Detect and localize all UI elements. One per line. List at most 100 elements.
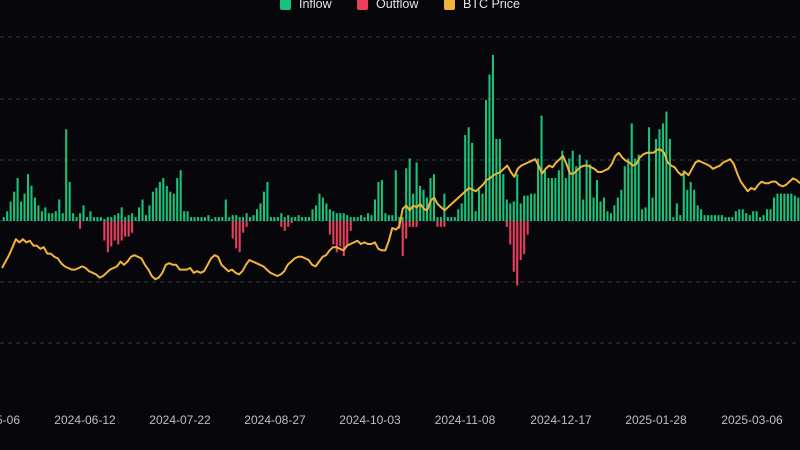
inflow-bar [294,217,297,221]
inflow-bar [290,217,293,221]
outflow-bar [328,221,331,235]
inflow-bar [627,158,630,221]
inflow-bar [363,217,366,221]
inflow-bar [262,191,265,221]
inflow-bar [682,170,685,221]
inflow-bar [675,203,678,221]
inflow-bar [172,193,175,221]
inflow-bar [495,138,498,221]
inflow-bar [446,217,449,221]
inflow-bar [301,217,304,221]
inflow-bar [96,217,99,221]
inflow-bar [498,138,501,221]
inflow-bar [779,193,782,221]
inflow-bar [356,217,359,221]
inflow-bar [23,193,26,221]
inflow-bar [439,217,442,221]
inflow-bar [564,178,567,221]
inflow-bar [765,209,769,221]
inflow-bar [82,205,85,221]
x-tick-label: 2024-10-03 [339,413,401,427]
inflow-bar [297,215,300,221]
inflow-bar [131,213,134,221]
inflow-bar [474,211,477,221]
inflow-bar [54,211,57,221]
inflow-bar [620,189,623,221]
inflow-bar [585,160,588,221]
inflow-bar [512,201,515,221]
inflow-bar [165,185,168,221]
inflow-bar [72,213,75,221]
inflow-bar [193,217,196,221]
inflow-bar [707,215,710,221]
x-tick-label: 5-06 [0,413,20,427]
inflow-bar [304,217,307,221]
outflow-bar [339,221,342,247]
inflow-bar [481,193,484,221]
inflow-bar [679,215,682,221]
inflow-bar [589,164,592,221]
inflow-bar [644,207,647,221]
inflow-bar [228,217,231,221]
outflow-bar [401,221,404,257]
inflow-bar [700,209,703,221]
inflow-bar [752,211,755,221]
inflow-bar [40,211,43,221]
inflow-bar [422,189,425,221]
inflow-bar [665,111,668,221]
outflow-bar [516,221,519,286]
inflow-bar [689,181,692,221]
inflow-bar [61,213,64,221]
inflow-bar [245,213,248,221]
inflow-bar [252,215,255,221]
inflow-bar [51,213,54,221]
inflow-bar [703,215,706,221]
inflow-bar [124,217,127,221]
inflow-bar [713,215,717,221]
x-tick-label: 2025-03-06 [721,413,783,427]
inflow-bar [321,197,324,221]
outflow-bar [127,221,130,237]
inflow-bar [519,203,522,221]
inflow-bar [648,127,651,221]
inflow-bar [196,217,200,221]
inflow-bar [217,217,220,221]
inflow-bar [117,213,120,221]
outflow-bar [110,221,113,247]
inflow-bar [169,191,172,221]
inflow-bar [550,178,553,221]
outflow-bar [231,221,234,239]
inflow-bar [47,213,50,221]
outflow-bar [287,221,290,227]
inflow-bar [176,178,179,221]
inflow-bar [269,217,272,221]
inflow-bar [44,207,47,221]
inflow-bar [731,217,734,221]
outflow-bar [443,221,446,227]
inflow-bar [75,217,78,221]
inflow-bar [33,197,37,221]
inflow-bar [373,199,377,221]
inflow-bar [783,193,786,221]
inflow-bar [65,129,68,221]
inflow-bar [453,217,456,221]
x-tick-label: 2024-12-17 [530,413,592,427]
inflow-bar [592,197,595,221]
inflow-bar [491,55,494,221]
inflow-bar [720,215,723,221]
inflow-bar [89,211,92,221]
inflow-bar [127,215,130,221]
inflow-bar [516,174,519,221]
outflow-bar [509,221,512,245]
outflow-bar [79,221,82,229]
inflow-bar [387,215,390,221]
inflow-bar [509,203,512,221]
outflow-bar [103,221,106,241]
inflow-bar [200,217,203,221]
outflow-bar [280,221,283,227]
outflow-bar [106,221,109,253]
outflow-bar [131,221,134,233]
inflow-bar [203,217,207,221]
inflow-bar [110,217,113,221]
inflow-bar [748,215,751,221]
